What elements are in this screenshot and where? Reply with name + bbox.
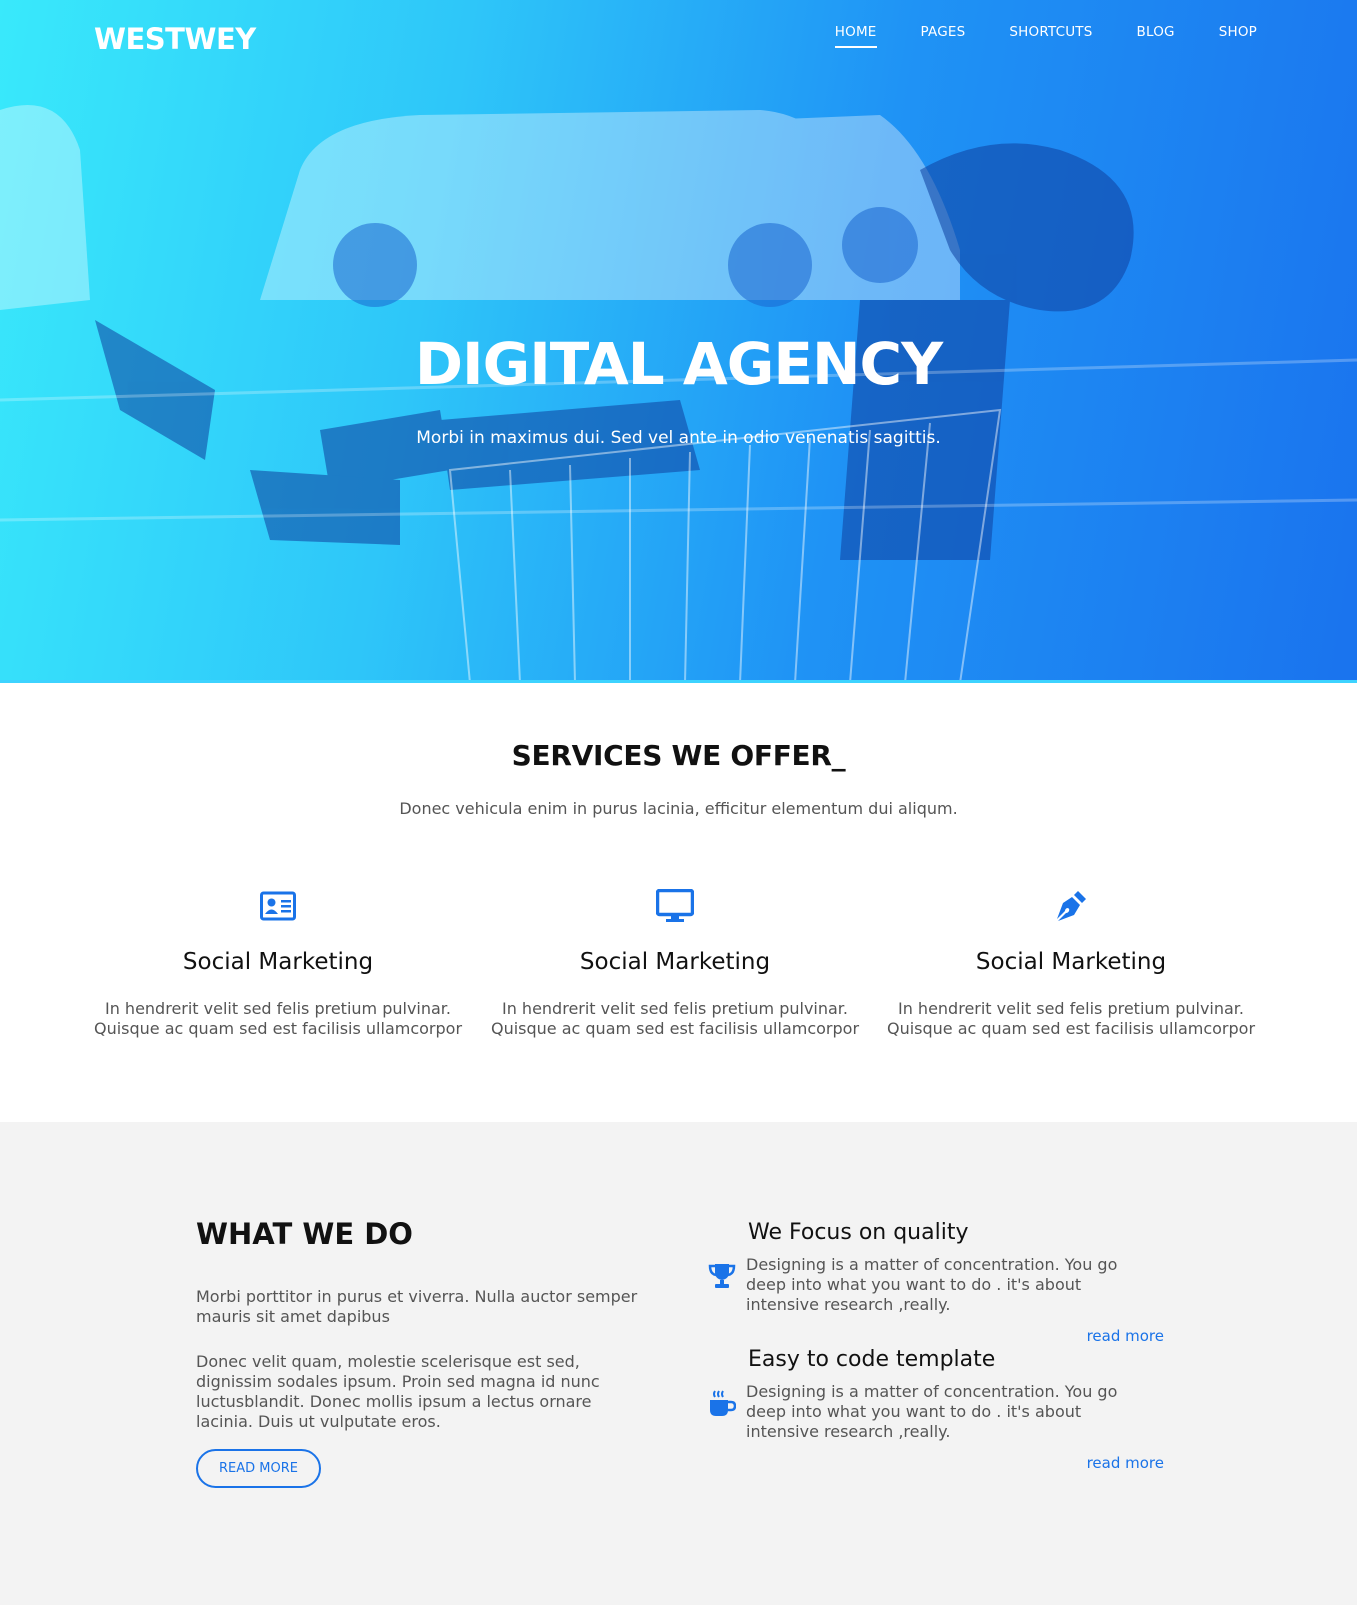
services-title: SERVICES WE OFFER_ bbox=[511, 739, 846, 772]
hero-section: WESTWEY HOME PAGES SHORTCUTS BLOG SHOP D… bbox=[0, 0, 1357, 683]
feature-title: Easy to code template bbox=[748, 1347, 996, 1372]
feature-text: Designing is a matter of concentration. … bbox=[746, 1382, 1118, 1441]
service-card: Social Marketing In hendrerit velit sed … bbox=[881, 885, 1261, 1039]
what-we-do-body: Donec velit quam, molestie scelerisque e… bbox=[196, 1352, 600, 1431]
service-card: Social Marketing In hendrerit velit sed … bbox=[485, 885, 865, 1039]
feature-text: Designing is a matter of concentration. … bbox=[746, 1255, 1118, 1314]
service-title: Social Marketing bbox=[579, 949, 771, 975]
nav-item-shortcuts[interactable]: SHORTCUTS bbox=[1009, 24, 1092, 48]
service-card: Social Marketing In hendrerit velit sed … bbox=[88, 885, 468, 1039]
hero-title: DIGITAL AGENCY bbox=[414, 330, 943, 398]
hero-subtitle: Morbi in maximus dui. Sed vel ante in od… bbox=[416, 428, 941, 448]
service-title: Social Marketing bbox=[182, 949, 374, 975]
service-text: In hendrerit velit sed felis pretium pul… bbox=[93, 999, 463, 1038]
feature-item: Easy to code template Designing is a mat… bbox=[708, 1347, 1164, 1472]
service-title: Social Marketing bbox=[975, 949, 1167, 975]
what-we-do-section: WHAT WE DO Morbi porttitor in purus et v… bbox=[0, 1122, 1357, 1605]
monitor-icon bbox=[656, 889, 694, 922]
top-navigation: WESTWEY HOME PAGES SHORTCUTS BLOG SHOP bbox=[0, 0, 1357, 90]
coffee-cup-icon bbox=[710, 1390, 737, 1416]
nav-item-blog[interactable]: BLOG bbox=[1137, 24, 1175, 48]
main-nav: HOME PAGES SHORTCUTS BLOG SHOP bbox=[834, 24, 1257, 48]
read-more-link[interactable]: read more bbox=[708, 1454, 1164, 1472]
services-section: SERVICES WE OFFER_ Donec vehicula enim i… bbox=[0, 683, 1357, 1122]
nav-item-pages[interactable]: PAGES bbox=[921, 24, 966, 48]
nav-item-home[interactable]: HOME bbox=[834, 24, 877, 48]
pen-nib-icon bbox=[1057, 891, 1086, 921]
what-we-do-title: WHAT WE DO bbox=[196, 1217, 413, 1251]
read-more-link[interactable]: read more bbox=[708, 1327, 1164, 1345]
trophy-icon bbox=[708, 1264, 736, 1288]
service-text: In hendrerit velit sed felis pretium pul… bbox=[490, 999, 860, 1038]
nav-item-shop[interactable]: SHOP bbox=[1219, 24, 1257, 48]
feature-item: We Focus on quality Designing is a matte… bbox=[708, 1220, 1164, 1345]
id-card-icon bbox=[260, 891, 296, 921]
service-text: In hendrerit velit sed felis pretium pul… bbox=[886, 999, 1256, 1038]
read-more-button[interactable]: READ MORE bbox=[196, 1449, 321, 1488]
brand-logo[interactable]: WESTWEY bbox=[94, 22, 256, 56]
feature-title: We Focus on quality bbox=[748, 1220, 969, 1245]
what-we-do-intro: Morbi porttitor in purus et viverra. Nul… bbox=[196, 1287, 638, 1326]
services-subtitle: Donec vehicula enim in purus lacinia, ef… bbox=[399, 799, 958, 818]
